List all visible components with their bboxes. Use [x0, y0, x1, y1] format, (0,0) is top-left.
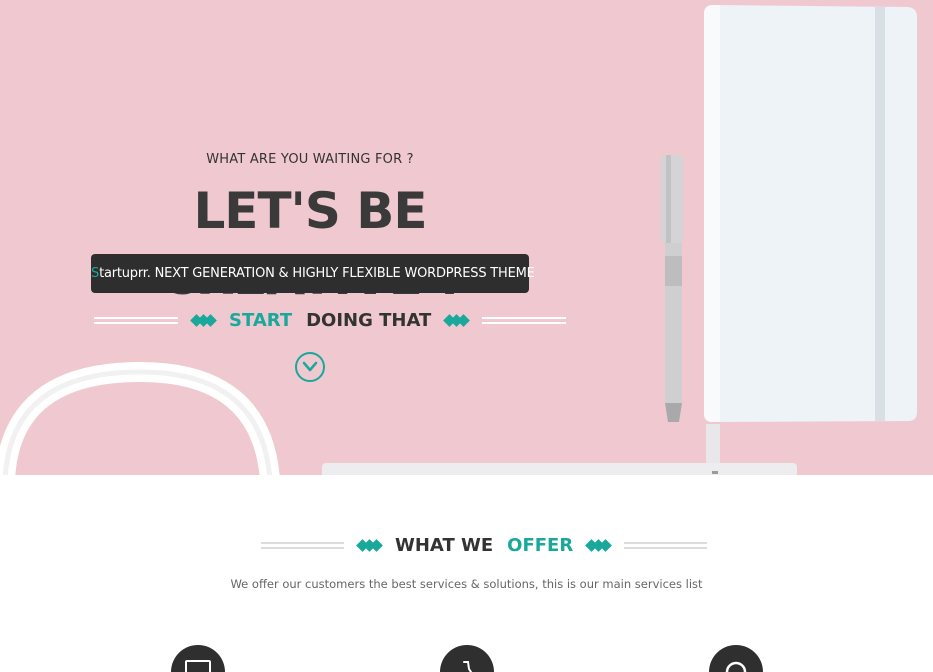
service-icon-monitor[interactable] — [171, 645, 225, 672]
offer-title-word1: WHAT WE — [395, 535, 494, 556]
headphones-image — [0, 361, 280, 475]
cta-word-start: START — [229, 310, 293, 331]
hero-tagline: Startuprr. NEXT GENERATION & HIGHLY FLEX… — [91, 254, 535, 293]
diamond-ornament-right — [585, 539, 613, 552]
offer-description: We offer our customers the best services… — [230, 577, 703, 591]
diamond-ornament-right — [443, 314, 471, 327]
tagline-highlight: S — [91, 266, 100, 281]
divider-line-right — [482, 317, 567, 324]
pen-icon — [463, 661, 472, 672]
cta-word-rest: DOING THAT — [306, 310, 432, 331]
offer-heading: WHAT WE OFFER — [261, 535, 708, 556]
hero-pretitle: WHAT ARE YOU WAITING FOR ? — [206, 152, 414, 167]
hero-section: WHAT ARE YOU WAITING FOR ? LET'S BE CREA… — [0, 0, 933, 475]
diamond-ornament-left — [190, 314, 217, 327]
divider-line-left — [261, 542, 344, 549]
divider-line-right — [624, 542, 708, 549]
chevron-down-icon — [302, 361, 318, 372]
service-icon-palette[interactable] — [709, 645, 763, 672]
diamond-ornament-left — [356, 539, 383, 552]
hero-cta-heading: START DOING THAT — [94, 310, 567, 331]
offer-title-word2: OFFER — [507, 535, 574, 556]
palette-icon — [725, 661, 747, 672]
keyboard-image — [322, 463, 797, 475]
notebook-image — [704, 5, 917, 475]
monitor-icon — [185, 660, 211, 672]
pen-image — [661, 155, 683, 422]
scroll-down-button[interactable] — [295, 352, 325, 382]
tagline-text: tartuprr. NEXT GENERATION & HIGHLY FLEXI… — [99, 266, 535, 281]
service-icon-pen[interactable] — [440, 645, 494, 672]
divider-line-left — [94, 317, 178, 324]
